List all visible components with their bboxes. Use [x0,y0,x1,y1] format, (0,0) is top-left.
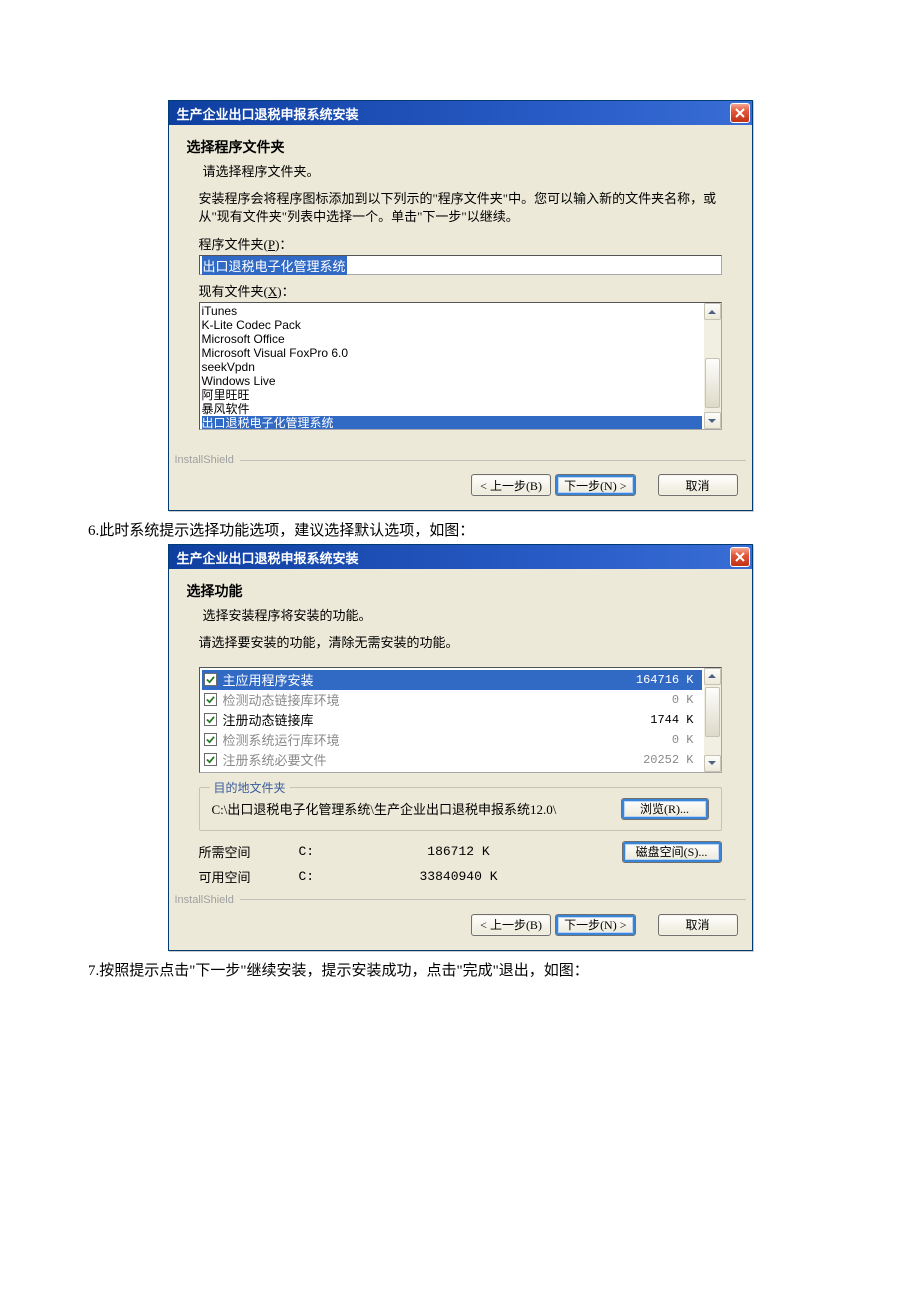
feature-label: 检测动态链接库环境 [223,690,614,709]
list-item[interactable]: 出口退税电子化管理系统 [202,416,702,429]
titlebar[interactable]: 生产企业出口退税申报系统安装 [169,545,752,569]
feature-row[interactable]: 检测系统运行库环境0 K [202,730,702,750]
feature-size: 0 K [614,693,694,707]
existing-folder-listbox[interactable]: iTunesK-Lite Codec PackMicrosoft OfficeM… [199,302,722,430]
arrow-up-icon [708,674,716,678]
scroll-thumb[interactable] [705,358,720,408]
next-button[interactable]: 下一步(N) > [555,474,635,496]
page-subheading: 请选择程序文件夹。 [187,161,734,180]
scroll-down-button[interactable] [704,755,721,772]
list-item[interactable]: iTunes [202,304,702,318]
feature-row[interactable]: 检测动态链接库环境0 K [202,690,702,710]
feature-size: 20252 K [614,753,694,767]
divider [240,460,746,461]
feature-label: 检测系统运行库环境 [223,730,614,749]
feature-size: 164716 K [614,673,694,687]
back-button[interactable]: < 上一步(B) [471,914,551,936]
cancel-button[interactable]: 取消 [658,474,738,496]
feature-label: 注册动态链接库 [223,710,614,729]
feature-row[interactable]: 注册动态链接库1744 K [202,710,702,730]
scroll-up-button[interactable] [704,303,721,320]
titlebar[interactable]: 生产企业出口退税申报系统安装 [169,101,752,125]
destination-path: C:\出口退税电子化管理系统\生产企业出口退税申报系统12.0\ [212,799,609,818]
scroll-up-button[interactable] [704,668,721,685]
program-folder-label: 程序文件夹(P)： [199,234,722,253]
group-legend: 目的地文件夹 [210,779,290,796]
scroll-down-button[interactable] [704,412,721,429]
arrow-down-icon [708,761,716,765]
page-subheading: 选择安装程序将安装的功能。 [187,605,734,624]
brand-label: InstallShield [175,894,234,906]
checkbox[interactable] [204,693,217,706]
window-title: 生产企业出口退税申报系统安装 [177,104,359,123]
close-icon [735,552,745,562]
list-item[interactable]: 阿里旺旺 [202,388,702,402]
document-caption-6: 6.此时系统提示选择功能选项，建议选择默认选项，如图： [88,519,840,540]
space-available-value: 33840940 K [359,869,559,884]
arrow-down-icon [708,419,716,423]
close-button[interactable] [730,103,750,123]
feature-row[interactable]: 注册系统必要文件20252 K [202,750,702,770]
scroll-track[interactable] [704,685,721,755]
checkbox[interactable] [204,673,217,686]
scroll-thumb[interactable] [705,687,720,737]
feature-prompt: 请选择要安装的功能，清除无需安装的功能。 [199,634,722,652]
space-available-drive: C: [299,869,359,884]
space-required-label: 所需空间 [199,842,299,861]
installer-window-select-features: 生产企业出口退税申报系统安装 选择功能 选择安装程序将安装的功能。 请选择要安装… [168,544,753,950]
feature-size: 0 K [614,733,694,747]
browse-button[interactable]: 浏览(R)... [621,798,709,820]
feature-listbox[interactable]: 主应用程序安装164716 K检测动态链接库环境0 K注册动态链接库1744 K… [199,667,722,773]
program-folder-input[interactable]: 出口退税电子化管理系统 [199,255,722,275]
feature-size: 1744 K [614,713,694,727]
destination-folder-group: 目的地文件夹 C:\出口退税电子化管理系统\生产企业出口退税申报系统12.0\ … [199,787,722,831]
brand-label: InstallShield [175,454,234,466]
scrollbar[interactable] [704,668,721,772]
page-heading: 选择程序文件夹 [187,137,734,157]
document-caption-7: 7.按照提示点击"下一步"继续安装，提示安装成功，点击"完成"退出，如图： [88,959,840,980]
close-button[interactable] [730,547,750,567]
window-title: 生产企业出口退税申报系统安装 [177,548,359,567]
existing-folder-label: 现有文件夹(X)： [199,281,722,300]
list-item[interactable]: 暴风软件 [202,402,702,416]
next-button[interactable]: 下一步(N) > [555,914,635,936]
space-required-value: 186712 K [359,844,559,859]
list-item[interactable]: K-Lite Codec Pack [202,318,702,332]
list-item[interactable]: Microsoft Visual FoxPro 6.0 [202,346,702,360]
list-item[interactable]: Windows Live [202,374,702,388]
feature-label: 注册系统必要文件 [223,750,614,769]
cancel-button[interactable]: 取消 [658,914,738,936]
close-icon [735,108,745,118]
description-text: 安装程序会将程序图标添加到以下列示的"程序文件夹"中。您可以输入新的文件夹名称，… [199,190,722,226]
scrollbar[interactable] [704,303,721,429]
divider [240,899,746,900]
space-available-label: 可用空间 [199,867,299,886]
checkbox[interactable] [204,733,217,746]
list-item[interactable]: seekVpdn [202,360,702,374]
feature-row[interactable]: 主应用程序安装164716 K [202,670,702,690]
scroll-track[interactable] [704,320,721,412]
installer-window-program-folder: 生产企业出口退税申报系统安装 选择程序文件夹 请选择程序文件夹。 安装程序会将程… [168,100,753,511]
list-item[interactable]: Microsoft Office [202,332,702,346]
arrow-up-icon [708,310,716,314]
back-button[interactable]: < 上一步(B) [471,474,551,496]
disk-space-button[interactable]: 磁盘空间(S)... [622,841,722,863]
checkbox[interactable] [204,753,217,766]
feature-label: 主应用程序安装 [223,670,614,689]
checkbox[interactable] [204,713,217,726]
page-heading: 选择功能 [187,581,734,601]
space-required-drive: C: [299,844,359,859]
